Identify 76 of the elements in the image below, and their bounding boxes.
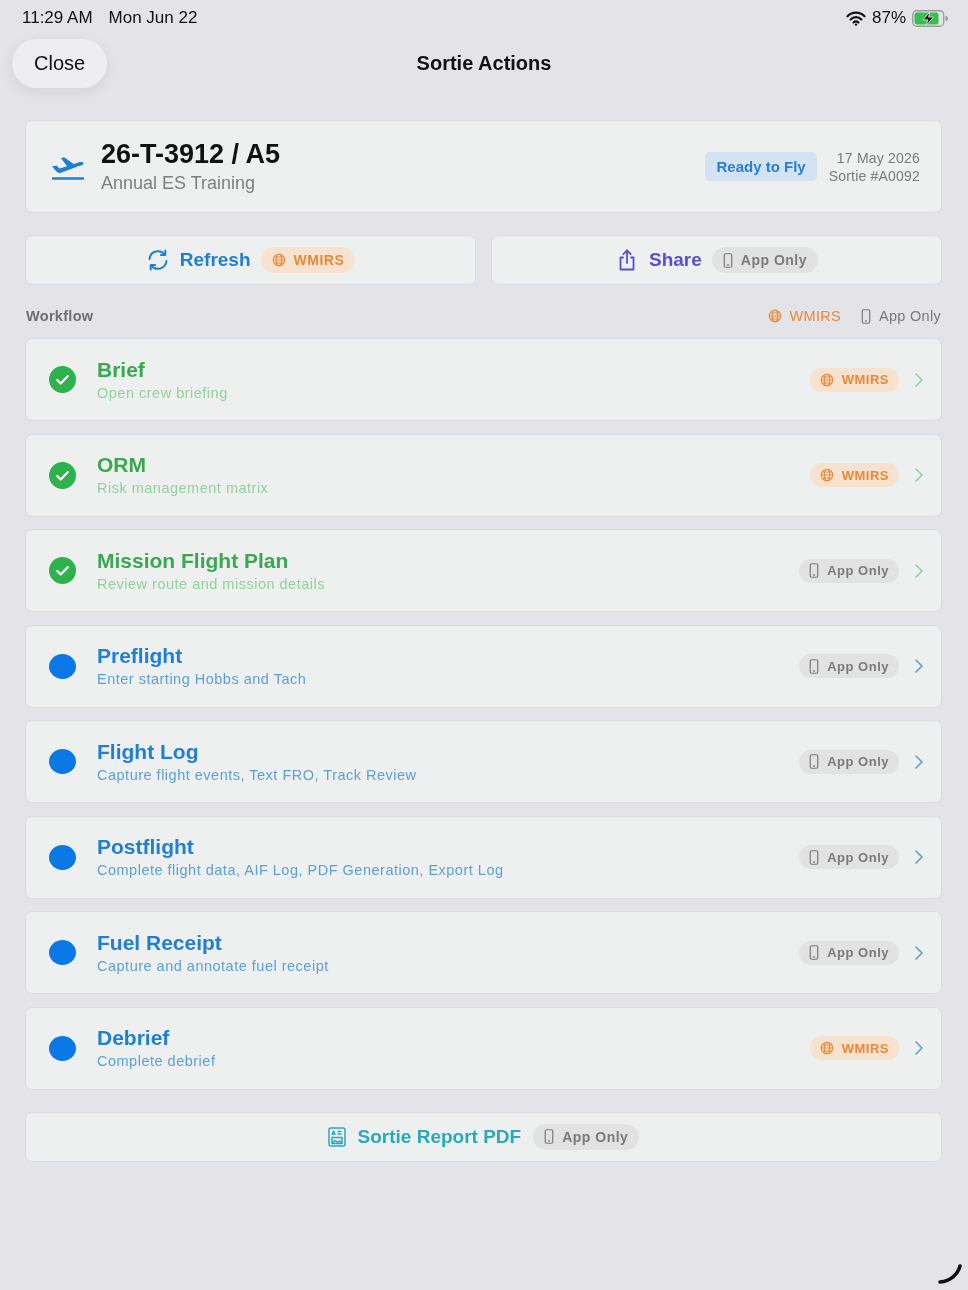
workflow-step-card[interactable]: ORM Risk management matrix WMIRS (26, 434, 941, 516)
chevron-right-icon (915, 468, 923, 482)
workflow-step-card[interactable]: Flight Log Capture flight events, Text FRO, Track Review App Only (26, 721, 941, 802)
tag-label: App Only (827, 945, 889, 960)
phone-icon (809, 754, 820, 769)
battery-percent: 87% (871, 8, 906, 28)
step-description: Complete debrief (97, 1052, 216, 1070)
aircraft-tail-number: 26-T-3912 / A5 (101, 139, 281, 170)
step-description: Capture flight events, Text FRO, Track Review (97, 765, 417, 784)
tag-label: App Only (562, 1128, 629, 1145)
chevron-right-icon (915, 850, 923, 864)
step-title: Flight Log (97, 739, 200, 764)
workflow-step-card[interactable]: Brief Open crew briefing WMIRS (26, 339, 941, 420)
tag-label: WMIRS (293, 252, 345, 268)
chevron-right-icon (915, 945, 923, 960)
status-date: Mon Jun 22 (108, 8, 198, 28)
globe-icon (819, 372, 834, 387)
chevron-right-icon (915, 1041, 923, 1055)
globe-icon (819, 1041, 834, 1055)
step-title: Debrief (97, 1026, 171, 1050)
step-description: Complete flight data, AIF Log, PDF Generation, Export Log (97, 861, 504, 879)
phone-icon (809, 563, 820, 578)
phone-icon (722, 252, 733, 268)
document-icon (327, 1126, 346, 1147)
step-title: Postflight (97, 835, 195, 859)
tag-label: App Only (827, 754, 889, 769)
chevron-right-icon (915, 563, 923, 578)
step-description: Enter starting Hobbs and Tach (97, 670, 307, 688)
step-title: Fuel Receipt (97, 930, 223, 955)
workflow-step-card[interactable]: Debrief Complete debrief WMIRS (26, 1007, 941, 1089)
step-description: Review route and mission details (97, 574, 325, 593)
chevron-right-icon (915, 372, 923, 387)
status-time: 11:29 AM (22, 8, 93, 28)
wifi-icon (845, 10, 866, 26)
tag-label: WMIRS (841, 467, 889, 483)
step-title: ORM (97, 453, 147, 477)
sortie-date: 17 May 2026 (836, 148, 920, 167)
tag-label: WMIRS (841, 372, 889, 387)
phone-icon (860, 308, 871, 324)
screen-title: Sortie Actions (416, 51, 552, 75)
battery-charging-icon (912, 9, 948, 27)
tag-label: App Only (740, 252, 807, 268)
phone-icon (809, 849, 820, 865)
corner-arc-drawing (937, 1263, 963, 1285)
share-button[interactable]: Share App Only (492, 236, 941, 284)
step-title: Preflight (97, 644, 184, 668)
globe-icon (271, 253, 286, 267)
step-title: Brief (97, 357, 146, 382)
refresh-button[interactable]: Refresh WMIRS (26, 236, 475, 284)
phone-icon (809, 658, 820, 674)
tag-label: WMIRS (841, 1040, 889, 1056)
chevron-right-icon (915, 754, 923, 769)
report-pdf-button[interactable]: Sortie Report PDF App Only (26, 1112, 941, 1161)
tag-label: App Only (827, 849, 889, 865)
phone-icon (544, 1129, 555, 1144)
legend-label: App Only (878, 308, 941, 324)
close-button[interactable]: Close (12, 38, 108, 88)
sortie-number: Sortie #A0092 (828, 166, 920, 185)
workflow-step-card[interactable]: Mission Flight Plan Review route and mission details App Only (26, 530, 941, 611)
step-title: Mission Flight Plan (97, 548, 290, 573)
chevron-right-icon (915, 659, 923, 673)
globe-icon (767, 309, 782, 323)
tag-label: App Only (827, 563, 889, 578)
globe-icon (819, 468, 834, 482)
workflow-step-card[interactable]: Postflight Complete flight data, AIF Log, PDF Generation, Export Log App Only (26, 816, 941, 898)
workflow-step-card[interactable]: Fuel Receipt Capture and annotate fuel receipt App Only (26, 912, 941, 993)
tag-label: App Only (827, 658, 889, 674)
phone-icon (809, 945, 820, 960)
step-description: Capture and annotate fuel receipt (97, 956, 329, 975)
mission-name: Annual ES Training (101, 173, 257, 194)
section-title: Workflow (26, 308, 94, 324)
workflow-step-card[interactable]: Preflight Enter starting Hobbs and Tach App Only (26, 625, 941, 707)
step-description: Risk management matrix (97, 479, 269, 497)
legend-label: WMIRS (789, 308, 841, 324)
step-description: Open crew briefing (97, 383, 228, 402)
status-badge: Ready to Fly (705, 152, 817, 181)
